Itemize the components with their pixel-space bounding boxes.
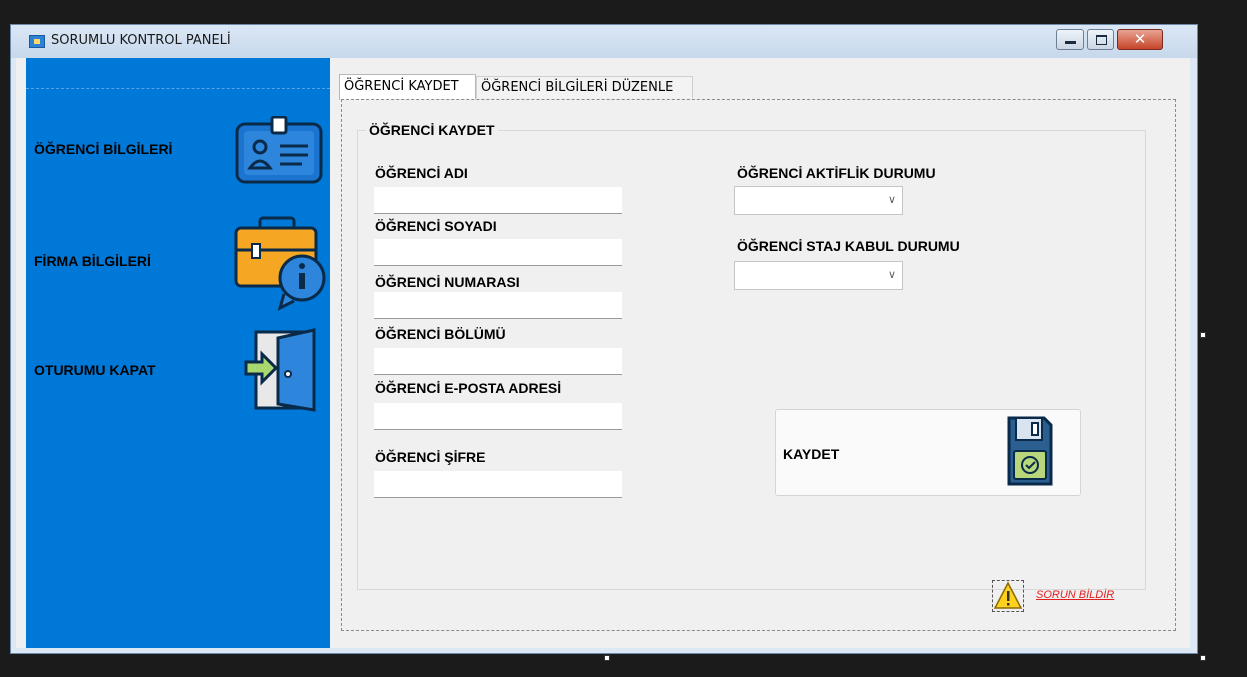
sidebar-item-label: FİRMA BİLGİLERİ bbox=[34, 253, 151, 269]
chevron-down-icon: ∨ bbox=[887, 193, 896, 206]
resize-handle-bottom[interactable] bbox=[604, 655, 610, 661]
internship-status-combo[interactable]: ∨ bbox=[734, 261, 903, 290]
sidebar-divider bbox=[26, 88, 330, 89]
student-number-input[interactable] bbox=[374, 292, 622, 319]
group-title: ÖĞRENCİ KAYDET bbox=[366, 122, 498, 138]
title-bar[interactable]: SORUMLU KONTROL PANELİ ✕ bbox=[11, 25, 1197, 58]
close-button[interactable]: ✕ bbox=[1117, 29, 1163, 50]
maximize-button[interactable] bbox=[1087, 29, 1114, 50]
warning-triangle-icon bbox=[993, 581, 1023, 609]
sidebar-item-logout[interactable]: OTURUMU KAPAT bbox=[26, 328, 330, 418]
student-department-input[interactable] bbox=[374, 348, 622, 375]
student-id-card-icon bbox=[235, 116, 323, 184]
warning-icon[interactable] bbox=[992, 580, 1024, 612]
floppy-disk-check-icon bbox=[1007, 416, 1053, 486]
chevron-down-icon: ∨ bbox=[887, 268, 896, 281]
student-surname-label: ÖĞRENCİ SOYADI bbox=[375, 218, 497, 234]
student-register-group: ÖĞRENCİ KAYDET ÖĞRENCİ ADI ÖĞRENCİ SOYAD… bbox=[357, 122, 1146, 612]
logout-door-icon bbox=[244, 328, 316, 412]
sidebar-item-student-info[interactable]: ÖĞRENCİ BİLGİLERİ bbox=[26, 116, 330, 186]
tab-panel: ÖĞRENCİ KAYDET ÖĞRENCİ ADI ÖĞRENCİ SOYAD… bbox=[341, 99, 1176, 631]
student-surname-input[interactable] bbox=[374, 239, 622, 266]
internship-status-label: ÖĞRENCİ STAJ KABUL DURUMU bbox=[737, 238, 960, 254]
active-status-label: ÖĞRENCİ AKTİFLİK DURUMU bbox=[737, 165, 936, 181]
briefcase-info-icon bbox=[234, 216, 326, 311]
student-number-label: ÖĞRENCİ NUMARASI bbox=[375, 274, 520, 290]
save-button-label: KAYDET bbox=[783, 446, 840, 462]
sidebar-item-label: ÖĞRENCİ BİLGİLERİ bbox=[34, 141, 173, 157]
student-name-label: ÖĞRENCİ ADI bbox=[375, 165, 468, 181]
client-area: ÖĞRENCİ BİLGİLERİ FİRMA BİLGİLERİ OTURUM… bbox=[16, 58, 1190, 648]
student-email-input[interactable] bbox=[374, 403, 622, 430]
tab-student-register[interactable]: ÖĞRENCİ KAYDET bbox=[339, 74, 476, 100]
sidebar-item-label: OTURUMU KAPAT bbox=[34, 362, 156, 378]
student-department-label: ÖĞRENCİ BÖLÜMÜ bbox=[375, 326, 506, 342]
app-icon bbox=[29, 35, 45, 48]
tab-student-edit[interactable]: ÖĞRENCİ BİLGİLERİ DÜZENLE bbox=[476, 76, 693, 98]
active-status-combo[interactable]: ∨ bbox=[734, 186, 903, 215]
sidebar-item-company-info[interactable]: FİRMA BİLGİLERİ bbox=[26, 216, 330, 316]
app-window: SORUMLU KONTROL PANELİ ✕ ÖĞRENCİ BİLGİLE… bbox=[10, 24, 1198, 654]
minimize-button[interactable] bbox=[1056, 29, 1084, 50]
report-issue-link[interactable]: SORUN BİLDİR bbox=[1036, 589, 1114, 601]
window-title: SORUMLU KONTROL PANELİ bbox=[51, 33, 231, 48]
student-name-input[interactable] bbox=[374, 187, 622, 214]
save-button[interactable]: KAYDET bbox=[775, 409, 1081, 496]
resize-handle-right[interactable] bbox=[1200, 332, 1206, 338]
student-password-input[interactable] bbox=[374, 471, 622, 498]
resize-handle-corner[interactable] bbox=[1200, 655, 1206, 661]
student-email-label: ÖĞRENCİ E-POSTA ADRESİ bbox=[375, 380, 562, 396]
student-password-label: ÖĞRENCİ ŞİFRE bbox=[375, 449, 486, 465]
sidebar: ÖĞRENCİ BİLGİLERİ FİRMA BİLGİLERİ OTURUM… bbox=[26, 58, 330, 648]
